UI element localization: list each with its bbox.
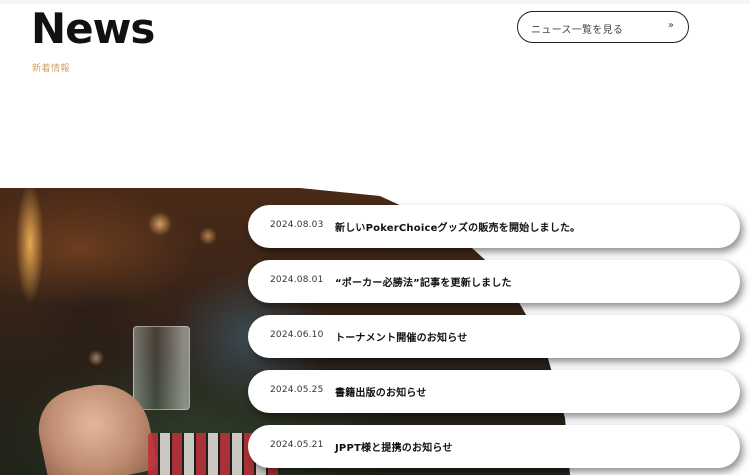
- double-chevron-right-icon: »: [667, 20, 674, 31]
- news-date: 2024.05.21: [270, 440, 324, 450]
- news-date: 2024.08.01: [270, 275, 324, 285]
- news-date: 2024.06.10: [270, 330, 324, 340]
- page-subtitle: 新着情報: [32, 64, 71, 74]
- news-date: 2024.05.25: [270, 385, 324, 395]
- glass-image: [133, 326, 190, 410]
- news-headline: “ポーカー必勝法”記事を更新しました: [335, 278, 512, 289]
- news-headline: トーナメント開催のお知らせ: [335, 333, 468, 344]
- page-title: News: [31, 4, 155, 53]
- news-item[interactable]: 2024.08.03 新しいPokerChoiceグッズの販売を開始しました。: [248, 205, 740, 248]
- view-all-news-label: ニュース一覧を見る: [531, 25, 624, 36]
- news-date: 2024.08.03: [270, 220, 324, 230]
- news-item[interactable]: 2024.05.25 書籍出版のお知らせ: [248, 370, 740, 413]
- news-headline: 書籍出版のお知らせ: [335, 388, 427, 399]
- news-headline: 新しいPokerChoiceグッズの販売を開始しました。: [335, 223, 581, 234]
- view-all-news-button[interactable]: ニュース一覧を見る »: [517, 11, 689, 43]
- news-item[interactable]: 2024.08.01 “ポーカー必勝法”記事を更新しました: [248, 260, 740, 303]
- news-item[interactable]: 2024.05.21 JPPT様と提携のお知らせ: [248, 425, 740, 468]
- news-item[interactable]: 2024.06.10 トーナメント開催のお知らせ: [248, 315, 740, 358]
- news-headline: JPPT様と提携のお知らせ: [335, 443, 453, 454]
